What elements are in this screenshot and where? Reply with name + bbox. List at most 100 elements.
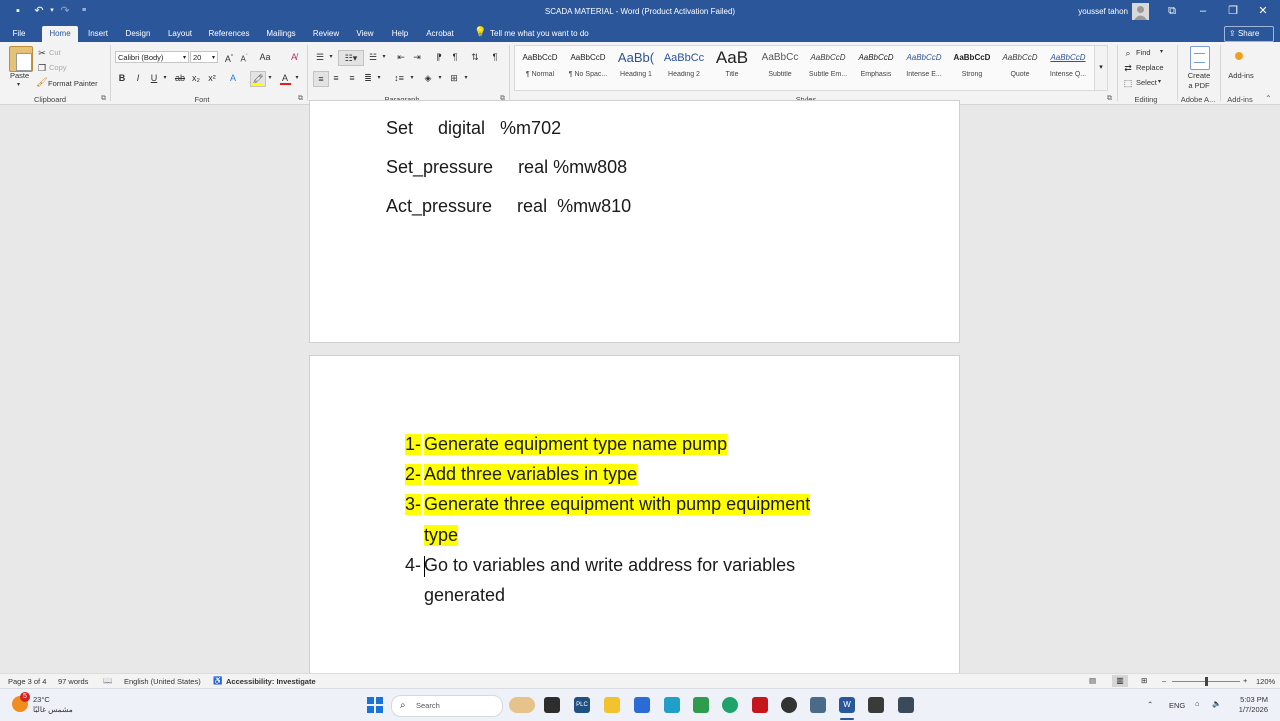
styles-launcher-icon[interactable]: ⧉ [1107,95,1112,103]
clipboard-launcher-icon[interactable]: ⧉ [101,95,106,103]
align-right-icon[interactable]: ≡ [345,71,359,85]
edge-icon[interactable] [722,697,738,713]
list-item[interactable]: Add three variables in type [424,464,638,485]
minimize-button[interactable]: – [1188,0,1218,23]
style-item[interactable]: AaBbCc Subtitle [757,49,803,78]
tab-home[interactable]: Home [42,26,78,42]
format-painter-button[interactable]: Format Painter [48,79,98,88]
word-count[interactable]: 97 words [58,677,88,686]
paste-button-label[interactable]: Paste [10,71,29,80]
styles-more-button[interactable]: ▾ [1094,45,1108,91]
subscript-icon[interactable]: x₂ [189,71,203,85]
network-icon[interactable]: ⌂ [1195,699,1200,708]
style-item[interactable]: AaBbCcD Strong [949,49,995,78]
tab-insert[interactable]: Insert [84,26,112,42]
ltr-icon[interactable]: ⁋ [432,50,446,64]
style-item[interactable]: AaBbCcD Intense Q... [1045,49,1091,78]
plc-sim-icon[interactable]: PLC [574,697,590,713]
zoom-out-icon[interactable]: – [1162,676,1166,685]
paste-icon[interactable] [9,46,33,72]
list-item-continuation[interactable]: generated [424,585,505,606]
underline-dropdown-icon[interactable]: ▾ [158,71,172,85]
list-item[interactable]: Generate three equipment with pump equip… [424,494,811,515]
style-item[interactable]: AaBb(Heading 1 [613,49,659,78]
acrobat-icon[interactable] [752,697,768,713]
strikethrough-icon[interactable]: ab [173,71,187,85]
tab-help[interactable]: Help [387,26,413,42]
replace-button[interactable]: Replace [1136,63,1164,72]
tray-overflow-icon[interactable]: ⌃ [1147,700,1153,709]
decrease-indent-icon[interactable]: ⇤ [394,50,408,64]
app-icon[interactable] [868,697,884,713]
clear-formatting-icon[interactable]: A̸ [287,50,301,64]
text-effects-icon[interactable]: A [226,71,240,85]
word-icon[interactable]: W [839,697,855,713]
bold-icon[interactable]: B [115,71,129,85]
clock-date[interactable]: 1/7/2026 [1230,705,1268,714]
style-item[interactable]: AaBbCcD ¶ No Spac... [565,49,611,78]
tab-references[interactable]: References [206,26,252,42]
rtl-icon[interactable]: ¶ [448,50,462,64]
app-icon[interactable] [664,697,680,713]
app-icon[interactable] [898,697,914,713]
web-layout-icon[interactable]: ⊞ [1141,676,1147,685]
align-left-icon[interactable]: ≡ [313,71,329,87]
select-dropdown-icon[interactable]: ▾ [1158,78,1161,85]
app-icon[interactable] [781,697,797,713]
zoom-level[interactable]: 120% [1256,677,1275,686]
style-item[interactable]: AaB Title [709,49,755,78]
style-item[interactable]: AaBbCcD ¶ Normal [517,49,563,78]
superscript-icon[interactable]: x² [205,71,219,85]
read-mode-icon[interactable]: ▤ [1089,676,1096,685]
tab-acrobat[interactable]: Acrobat [422,26,458,42]
list-item-continuation[interactable]: type [424,525,459,546]
increase-indent-icon[interactable]: ⇥ [410,50,424,64]
font-launcher-icon[interactable]: ⧉ [298,95,303,103]
font-size-combo[interactable]: 20 ▾ [190,51,218,63]
print-layout-icon[interactable]: ▥ [1112,675,1128,687]
page-count[interactable]: Page 3 of 4 [8,677,46,686]
format-painter-icon[interactable]: 🖌 [35,75,49,89]
tab-file[interactable]: File [7,26,31,42]
app-icon[interactable] [693,697,709,713]
bullets-dropdown-icon[interactable]: ▾ [324,50,338,64]
doc-line[interactable]: Set_pressure real %mw808 [386,157,627,178]
tab-review[interactable]: Review [310,26,342,42]
weather-desc[interactable]: مشمس غالبًا [33,705,73,714]
doc-line[interactable]: Set digital %m702 [386,118,561,139]
file-explorer-icon[interactable] [604,697,620,713]
style-item[interactable]: AaBbCcD Intense E... [901,49,947,78]
sort-icon[interactable]: ⇅ [468,50,482,64]
app-icon[interactable] [810,697,826,713]
zoom-slider-thumb[interactable] [1205,677,1208,686]
style-item[interactable]: AaBbCc Heading 2 [661,49,707,78]
grow-font-icon[interactable]: A^ [222,50,236,64]
style-item[interactable]: AaBbCcD Quote [997,49,1043,78]
proofing-icon[interactable]: 📖 [103,676,112,685]
volume-icon[interactable]: 🔈 [1212,699,1221,708]
line-spacing-dropdown-icon[interactable]: ▾ [405,71,419,85]
doc-line[interactable]: Act_pressure real %mw810 [386,196,631,217]
collapse-ribbon-icon[interactable]: ⌃ [1265,94,1272,103]
change-case-icon[interactable]: Aa [258,50,272,64]
highlight-dropdown-icon[interactable]: ▾ [263,71,277,85]
add-ins-button[interactable]: Add-ins [1224,71,1258,80]
tab-design[interactable]: Design [122,26,154,42]
start-icon[interactable] [367,697,383,713]
input-language[interactable]: ENG [1169,701,1185,710]
add-ins-icon[interactable] [1235,52,1243,60]
show-marks-icon[interactable]: ¶ [488,50,502,64]
tab-layout[interactable]: Layout [164,26,196,42]
shrink-font-icon[interactable]: Aˇ [237,50,251,64]
ribbon-display-icon[interactable]: ⧉ [1157,0,1187,23]
style-item[interactable]: AaBbCcD Emphasis [853,49,899,78]
widgets-icon[interactable] [509,697,535,713]
accessibility-status[interactable]: Accessibility: Investigate [226,677,316,686]
create-pdf-button[interactable]: Create a PDF [1182,71,1216,91]
style-item[interactable]: AaBbCcD Subtle Em... [805,49,851,78]
paste-dropdown-icon[interactable]: ▾ [17,81,20,88]
numbering-icon[interactable]: ☷▾ [338,50,364,66]
share-button[interactable]: ⇪ Share [1224,26,1274,42]
borders-dropdown-icon[interactable]: ▾ [459,71,473,85]
zoom-in-icon[interactable]: + [1243,676,1247,685]
